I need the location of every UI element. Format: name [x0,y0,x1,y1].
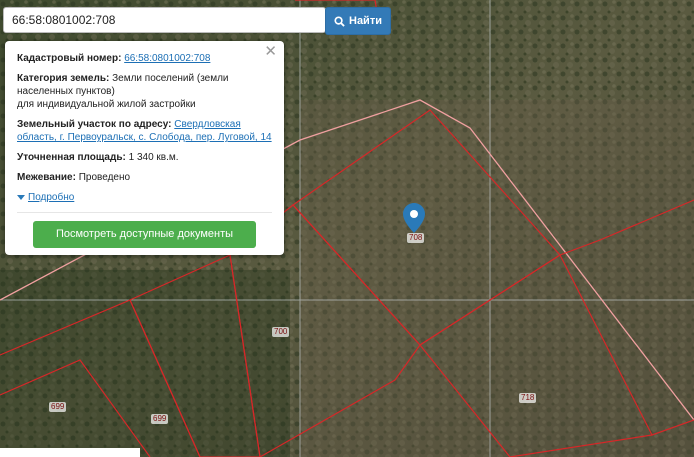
address-row: Земельный участок по адресу: Свердловска… [17,118,272,144]
category-label: Категория земель: [17,73,110,84]
plot-label-699-right: 699 [151,414,169,424]
search-input[interactable] [3,7,326,33]
location-marker-icon[interactable] [403,203,425,233]
area-label: Уточненная площадь: [17,152,126,163]
search-button[interactable]: Найти [325,7,391,35]
view-documents-button[interactable]: Посмотреть доступные документы [33,221,256,248]
address-link-2[interactable]: область, г. Первоуральск, с. Слобода, пе… [17,132,272,143]
plot-label-699-left: 699 [49,402,67,412]
search-icon [334,15,345,27]
close-icon[interactable]: ✕ [264,44,277,59]
plot-label-708: 708 [407,233,425,243]
address-link-1[interactable]: Свердловская [174,119,240,130]
category-value-3: для индивидуальной жилой застройки [17,99,196,110]
divider [17,212,272,213]
area-row: Уточненная площадь: 1 340 кв.м. [17,151,272,164]
cadastral-number-link[interactable]: 66:58:0801002:708 [124,53,210,64]
category-value-2: населенных пунктов) [17,86,115,97]
category-value-1: Земли поселений (земли [112,73,229,84]
address-label: Земельный участок по адресу: [17,119,172,130]
plot-label-700: 700 [272,327,290,337]
area-value: 1 340 кв.м. [128,152,179,163]
cadastral-row: Кадастровый номер: 66:58:0801002:708 [17,52,272,65]
search-button-label: Найти [349,15,382,27]
more-details-link[interactable]: Подробно [28,191,74,204]
parcel-info-popup: ✕ Кадастровый номер: 66:58:0801002:708 К… [5,41,284,255]
survey-value: Проведено [78,172,131,183]
survey-label: Межевание: [17,172,76,183]
category-row: Категория земель: Земли поселений (земли… [17,72,272,111]
cadastral-label: Кадастровый номер: [17,53,122,64]
caret-down-icon [17,195,25,200]
more-details-toggle[interactable]: Подробно [17,191,272,204]
bottom-panel [0,448,140,457]
survey-row: Межевание: Проведено [17,171,272,184]
plot-label-718: 718 [519,393,537,403]
